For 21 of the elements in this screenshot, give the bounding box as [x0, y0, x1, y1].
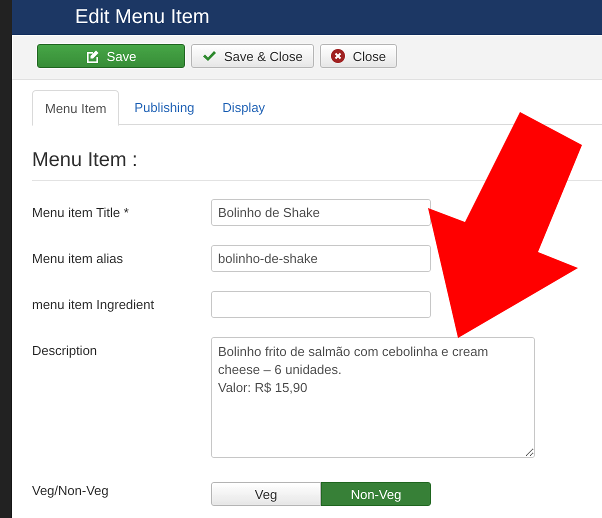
- text-field[interactable]: [211, 291, 431, 318]
- window-title: Edit Menu Item: [75, 6, 210, 29]
- field-label: Description: [32, 342, 98, 360]
- save-close-button[interactable]: Save & Close: [191, 44, 314, 68]
- tab[interactable]: Publishing: [121, 90, 208, 125]
- field-label: Veg/Non-Veg: [32, 482, 110, 500]
- close-icon: [330, 49, 345, 63]
- toggle-option[interactable]: Non-Veg: [321, 482, 431, 506]
- field-label: Menu item alias: [32, 250, 124, 268]
- field-label: Menu item Title *: [32, 204, 130, 222]
- save-button[interactable]: Save: [37, 44, 185, 68]
- field-label: menu item Ingredient: [32, 296, 156, 314]
- text-field[interactable]: Bolinho de Shake: [211, 199, 431, 226]
- description-field[interactable]: Bolinho frito de salmão com cebolinha e cream cheese – 6 unidades. Valor: R$ 15,90: [211, 337, 535, 458]
- toggle-option[interactable]: Veg: [211, 482, 321, 506]
- check-icon: [202, 50, 216, 62]
- close-button[interactable]: Close: [320, 44, 398, 68]
- text-field[interactable]: bolinho-de-shake: [211, 245, 431, 272]
- edit-icon: [86, 50, 99, 62]
- tab[interactable]: Display: [209, 90, 278, 125]
- tab[interactable]: Menu Item: [32, 90, 120, 126]
